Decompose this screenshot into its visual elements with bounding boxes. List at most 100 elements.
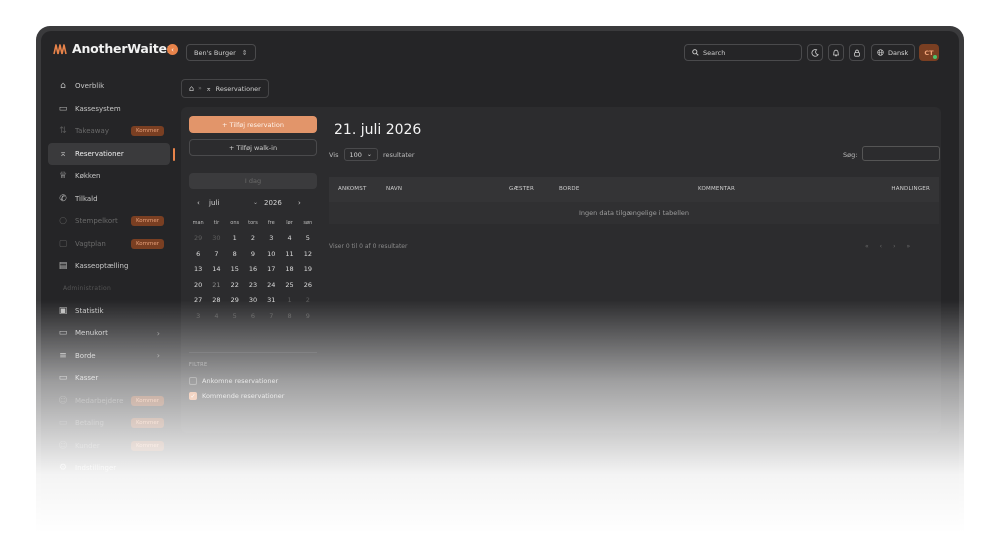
sidebar-item-betaling[interactable]: ▭ Betaling Kommer: [41, 412, 174, 435]
calendar-day[interactable]: 1: [226, 234, 244, 250]
col-navn[interactable]: NAVN: [386, 186, 402, 192]
sidebar-item-borde[interactable]: ≡ Borde ›: [41, 345, 174, 368]
calendar-day[interactable]: 18: [280, 265, 298, 281]
calendar-day[interactable]: 11: [280, 250, 298, 266]
calendar-day[interactable]: 8: [280, 312, 298, 328]
page-size-select[interactable]: 100 ⌄: [343, 148, 378, 161]
calendar-day[interactable]: 7: [207, 250, 225, 266]
chevron-down-icon: ⌄: [253, 199, 259, 206]
brand-logo[interactable]: AnotherWaiter: [41, 31, 174, 66]
calendar-day[interactable]: 19: [299, 265, 317, 281]
sidebar-item-medarbejdere[interactable]: ☺ Medarbejdere Kommer: [41, 390, 174, 413]
add-walkin-button[interactable]: + Tilføj walk-in: [189, 139, 317, 156]
filter-upcoming[interactable]: ✓ Kommende reservationer: [189, 392, 284, 400]
calendar-day[interactable]: 2: [244, 234, 262, 250]
sidebar-item-tilkald[interactable]: ✆ Tilkald: [41, 188, 174, 211]
sidebar-item-stempelkort[interactable]: ○ Stempelkort Kommer: [41, 210, 174, 233]
calendar-day[interactable]: 5: [226, 312, 244, 328]
next-page-button[interactable]: ›: [893, 243, 895, 250]
calendar-day[interactable]: 4: [207, 312, 225, 328]
calendar-day[interactable]: 28: [207, 296, 225, 312]
sidebar-item-kasser[interactable]: ▭ Kasser: [41, 367, 174, 390]
calendar-day[interactable]: 27: [189, 296, 207, 312]
filter-arrived[interactable]: Ankomne reservationer: [189, 377, 278, 385]
dark-mode-toggle[interactable]: [807, 44, 823, 61]
calendar-day[interactable]: 9: [299, 312, 317, 328]
calendar-day[interactable]: 2: [299, 296, 317, 312]
col-gaester[interactable]: GÆSTER: [509, 186, 534, 192]
table-search-input[interactable]: [862, 146, 940, 161]
sidebar-item-statistik[interactable]: ▣ Statistik: [41, 300, 174, 323]
calendar-day[interactable]: 7: [262, 312, 280, 328]
sidebar-item-kunder[interactable]: ☺ Kunder Kommer: [41, 435, 174, 458]
calendar-day[interactable]: 4: [280, 234, 298, 250]
calendar-day[interactable]: 23: [244, 281, 262, 297]
calendar-year[interactable]: 2026: [264, 199, 282, 207]
filter-label: Ankomne reservationer: [202, 377, 279, 385]
calendar-day[interactable]: 24: [262, 281, 280, 297]
calendar-day[interactable]: 29: [189, 234, 207, 250]
calendar-day[interactable]: 26: [299, 281, 317, 297]
collapse-sidebar-button[interactable]: ‹: [167, 44, 178, 55]
calendar-day[interactable]: 17: [262, 265, 280, 281]
calendar-header: ‹ juli ⌄ 2026 ›: [189, 199, 317, 213]
upcoming-checkbox[interactable]: ✓: [189, 392, 197, 400]
home-icon[interactable]: ⌂: [189, 84, 194, 93]
sidebar-item-kokken[interactable]: ♕ Køkken: [41, 165, 174, 188]
calendar-day[interactable]: 5: [299, 234, 317, 250]
pagination: « ‹ › »: [865, 243, 910, 250]
calendar-day[interactable]: 20: [189, 281, 207, 297]
coming-badge: Kommer: [130, 216, 164, 227]
sidebar-item-menukort[interactable]: ▭ Menukort ›: [41, 322, 174, 345]
prev-month-button[interactable]: ‹: [197, 199, 200, 207]
sidebar-item-indstillinger[interactable]: ⚙ Indstillinger: [41, 457, 174, 480]
calendar-day[interactable]: 16: [244, 265, 262, 281]
calendar-day[interactable]: 14: [207, 265, 225, 281]
calendar-day[interactable]: 6: [244, 312, 262, 328]
calendar-day[interactable]: 9: [244, 250, 262, 266]
first-page-button[interactable]: «: [865, 243, 869, 250]
calendar-day[interactable]: 1: [280, 296, 298, 312]
calendar-day[interactable]: 3: [262, 234, 280, 250]
sidebar-item-kasseoptaelling[interactable]: ▤ Kasseoptælling: [41, 255, 174, 278]
bell-icon: [833, 49, 839, 56]
calendar-month[interactable]: juli: [209, 199, 219, 207]
restaurant-selector[interactable]: Ben's Burger ⇕: [186, 44, 256, 61]
col-borde[interactable]: BORDE: [559, 186, 580, 192]
col-ankomst[interactable]: ANKOMST: [338, 186, 367, 192]
lock-button[interactable]: [849, 44, 865, 61]
sidebar-item-reservationer[interactable]: ⌅ Reservationer: [48, 142, 175, 165]
sidebar-item-kassesystem[interactable]: ▭ Kassesystem: [41, 98, 174, 121]
sidebar-item-label: Menukort: [75, 329, 108, 338]
col-kommentar[interactable]: KOMMENTAR: [698, 186, 735, 192]
sidebar-item-label: Betaling: [75, 419, 104, 428]
register-icon: ▭: [58, 373, 68, 384]
next-month-button[interactable]: ›: [298, 199, 301, 207]
calendar-day[interactable]: 30: [207, 234, 225, 250]
sidebar-item-takeaway[interactable]: ⇅ Takeaway Kommer: [41, 120, 174, 143]
notifications-button[interactable]: [828, 44, 844, 61]
calendar-day[interactable]: 30: [244, 296, 262, 312]
calendar-day[interactable]: 15: [226, 265, 244, 281]
calendar-day[interactable]: 21: [207, 281, 225, 297]
calendar-day[interactable]: 6: [189, 250, 207, 266]
user-avatar[interactable]: CT: [919, 44, 939, 61]
add-reservation-button[interactable]: + Tilføj reservation: [189, 116, 317, 133]
today-button[interactable]: I dag: [189, 173, 317, 189]
language-selector[interactable]: Dansk: [871, 44, 915, 61]
calendar-day[interactable]: 3: [189, 312, 207, 328]
calendar-day[interactable]: 29: [226, 296, 244, 312]
search-box[interactable]: Search: [684, 44, 802, 61]
sidebar-item-overblik[interactable]: ⌂ Overblik: [41, 75, 174, 98]
sidebar-item-vagtplan[interactable]: ▢ Vagtplan Kommer: [41, 233, 174, 256]
calendar-day[interactable]: 8: [226, 250, 244, 266]
calendar-day[interactable]: 13: [189, 265, 207, 281]
last-page-button[interactable]: »: [906, 243, 910, 250]
prev-page-button[interactable]: ‹: [880, 243, 882, 250]
calendar-day[interactable]: 12: [299, 250, 317, 266]
calendar-day[interactable]: 31: [262, 296, 280, 312]
arrived-checkbox[interactable]: [189, 377, 197, 385]
calendar-day[interactable]: 25: [280, 281, 298, 297]
calendar-day[interactable]: 10: [262, 250, 280, 266]
calendar-day[interactable]: 22: [226, 281, 244, 297]
